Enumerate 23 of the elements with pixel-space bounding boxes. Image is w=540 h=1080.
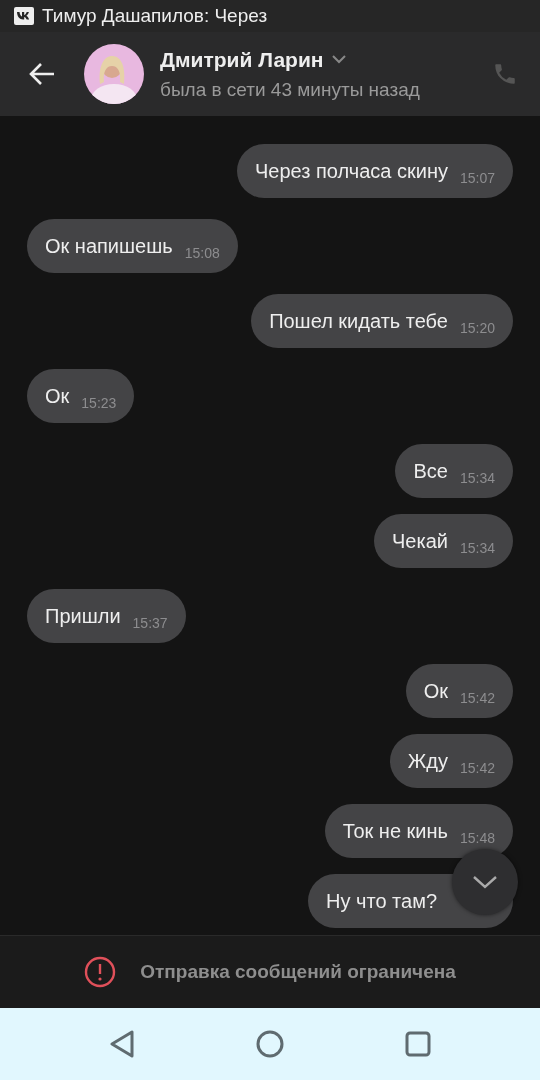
warning-icon bbox=[84, 956, 117, 988]
chevron-down-icon bbox=[472, 875, 498, 889]
last-seen-text: была в сети 43 минуты назад bbox=[160, 77, 421, 102]
message-bubble: Через полчаса скину 15:07 bbox=[237, 144, 513, 198]
chevron-down-icon[interactable] bbox=[331, 55, 346, 65]
message-bubble: Ок 15:42 bbox=[405, 664, 513, 718]
message-bubble: Пошел кидать тебе 15:20 bbox=[251, 294, 513, 348]
avatar[interactable] bbox=[84, 44, 144, 104]
message-bubble: Ок 15:23 bbox=[27, 369, 135, 423]
recents-nav-icon[interactable] bbox=[405, 1031, 432, 1057]
message-bubble: Пришли 15:37 bbox=[27, 589, 186, 643]
notification-text: Тимур Дашапилов: Через bbox=[42, 3, 268, 28]
back-icon[interactable] bbox=[28, 62, 56, 86]
back-nav-icon[interactable] bbox=[108, 1030, 135, 1058]
restriction-notice: Отправка сообщений ограничена bbox=[140, 959, 456, 984]
vk-logo-icon bbox=[14, 7, 34, 25]
message-bubble: Жду 15:42 bbox=[389, 734, 513, 788]
home-nav-icon[interactable] bbox=[256, 1030, 284, 1058]
message-bubble: Все 15:34 bbox=[395, 444, 513, 498]
contact-name[interactable]: Дмитрий Ларин bbox=[160, 44, 324, 76]
message-bubble: Ток не кинь 15:48 bbox=[324, 804, 513, 858]
message-bubble: Ок напишешь 15:08 bbox=[27, 219, 238, 273]
message-bubble: Чекай 15:34 bbox=[374, 514, 513, 568]
